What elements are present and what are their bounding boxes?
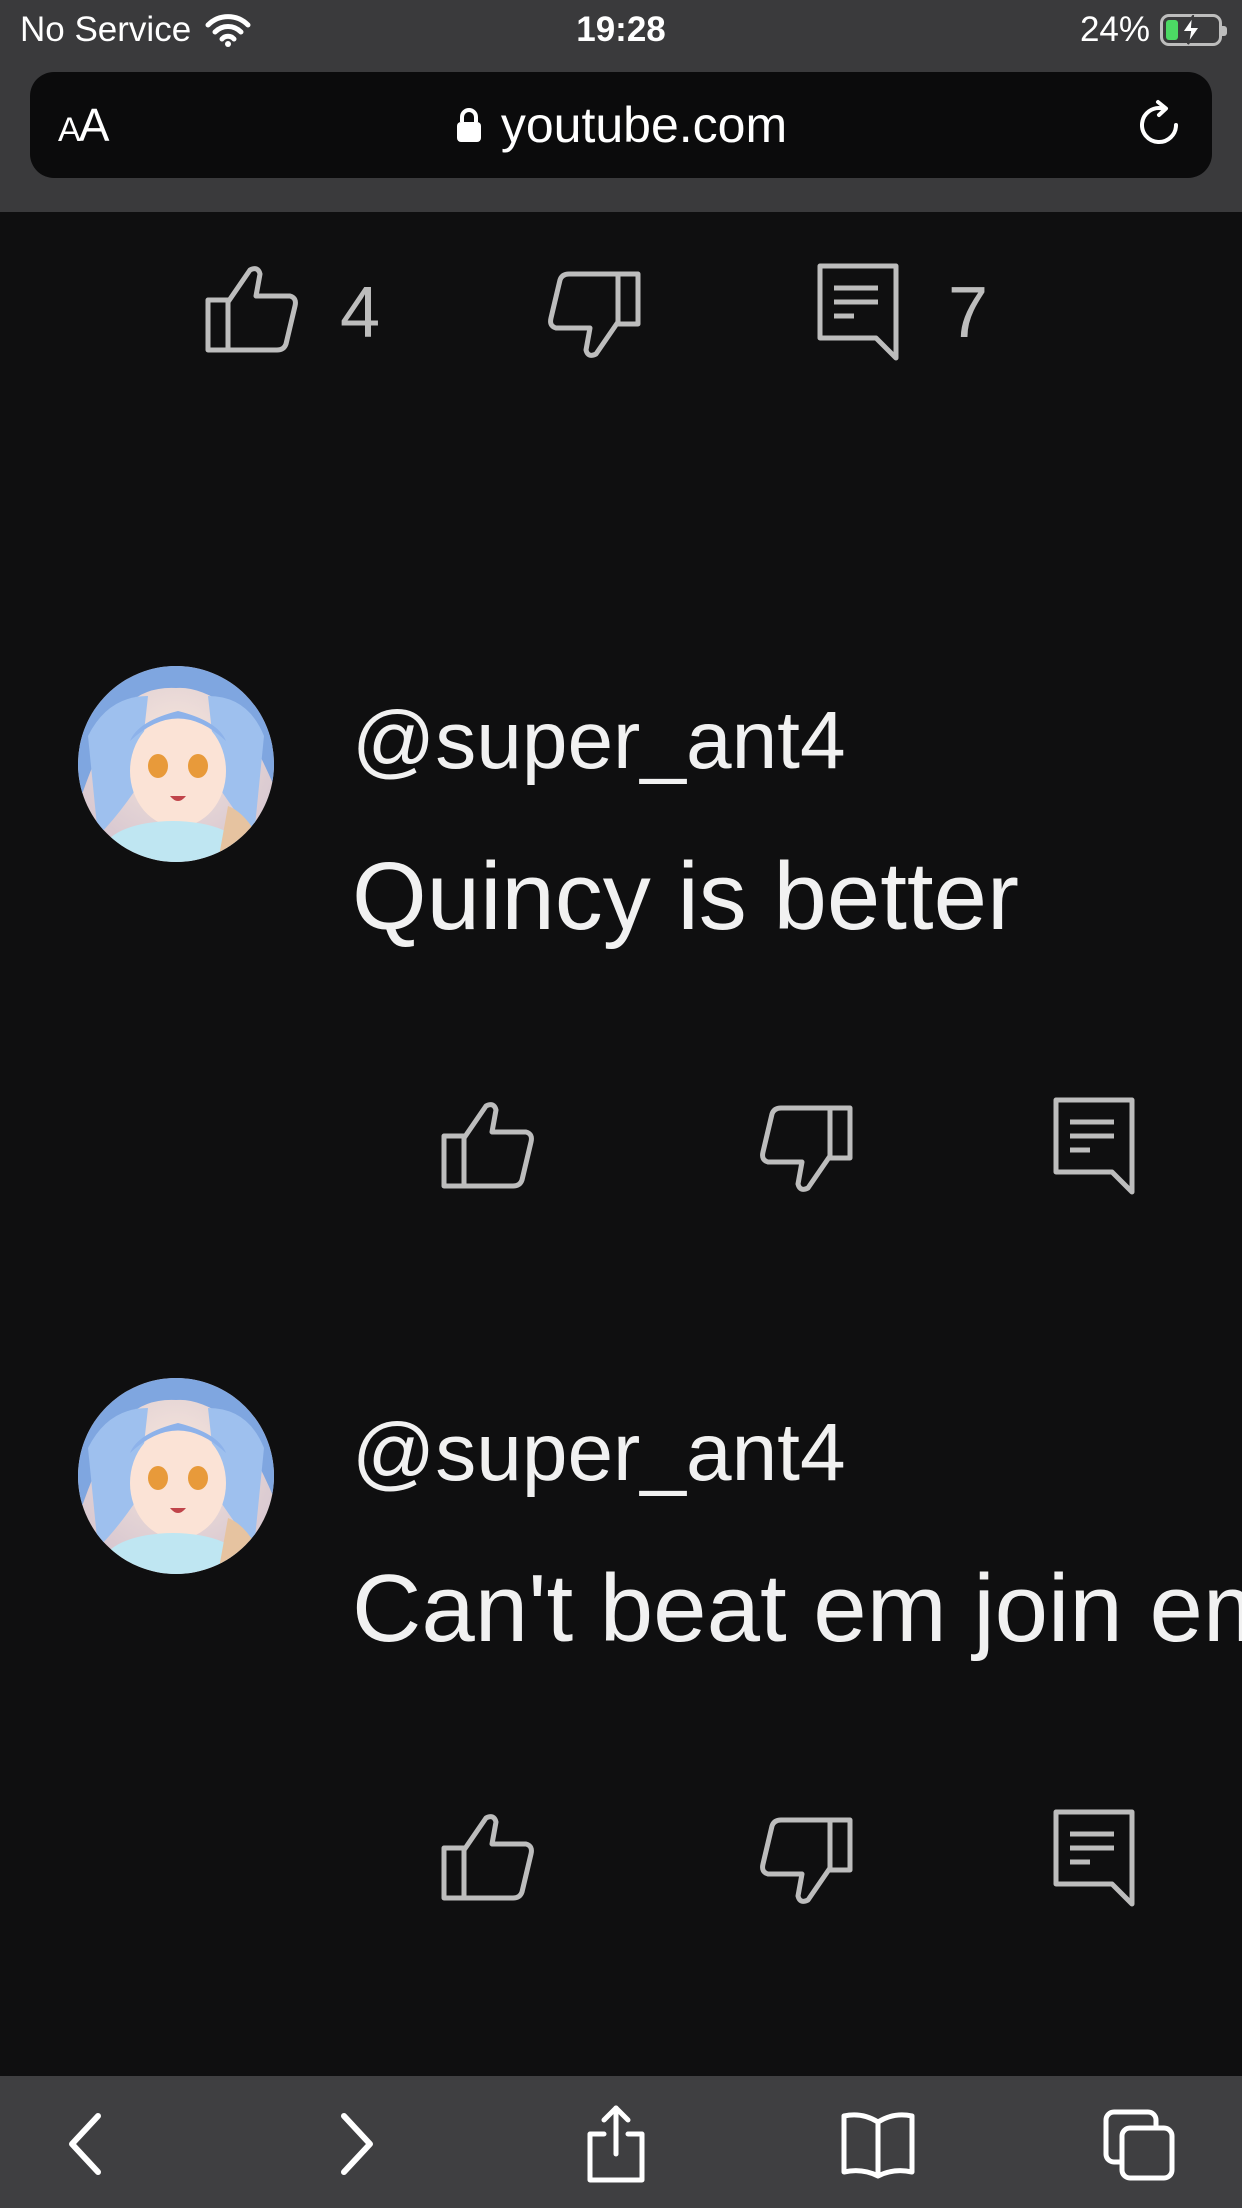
like-count: 4: [340, 273, 381, 353]
reply-count: 7: [948, 273, 989, 353]
reload-icon[interactable]: [1132, 98, 1186, 152]
dislike-icon[interactable]: [758, 1104, 854, 1196]
lock-icon: [456, 108, 481, 142]
browser-top-chrome: No Service 19:28 24% AA youtube.com: [0, 0, 1242, 212]
tabs-icon[interactable]: [1100, 2104, 1180, 2184]
reply-icon[interactable]: [1052, 1808, 1138, 1908]
dislike-icon[interactable]: [546, 270, 642, 362]
url-text: youtube.com: [500, 97, 788, 153]
anime-avatar-image: [78, 1378, 274, 1574]
battery-icon: [1160, 14, 1227, 46]
comments-icon[interactable]: [816, 262, 902, 362]
forward-chevron-icon[interactable]: [316, 2104, 396, 2184]
like-icon[interactable]: [204, 262, 300, 354]
comment-text: Can't beat em join em: [352, 1555, 1242, 1662]
like-icon[interactable]: [440, 1810, 536, 1902]
battery-percent: 24%: [1079, 10, 1150, 49]
like-icon[interactable]: [440, 1098, 536, 1190]
dislike-icon[interactable]: [758, 1816, 854, 1908]
address-bar[interactable]: AA youtube.com: [30, 72, 1212, 178]
avatar[interactable]: [78, 1378, 274, 1574]
back-chevron-icon[interactable]: [46, 2104, 126, 2184]
battery-fill: [1166, 20, 1179, 40]
comment-author[interactable]: @super_ant4: [352, 694, 846, 788]
battery-nub: [1222, 26, 1227, 36]
anime-avatar-image: [78, 666, 274, 862]
status-bar: No Service 19:28 24%: [0, 0, 1242, 62]
reply-icon[interactable]: [1052, 1096, 1138, 1196]
charging-bolt-icon: [1180, 15, 1202, 45]
browser-toolbar: [0, 2076, 1242, 2208]
url-display[interactable]: youtube.com: [30, 96, 1212, 154]
status-right: 24%: [1079, 10, 1227, 50]
avatar[interactable]: [78, 666, 274, 862]
share-icon[interactable]: [576, 2104, 656, 2184]
clock: 19:28: [576, 10, 666, 49]
comment-text: Quincy is better: [352, 843, 1019, 950]
bookmarks-icon[interactable]: [838, 2104, 918, 2184]
comment-author[interactable]: @super_ant4: [352, 1406, 846, 1500]
